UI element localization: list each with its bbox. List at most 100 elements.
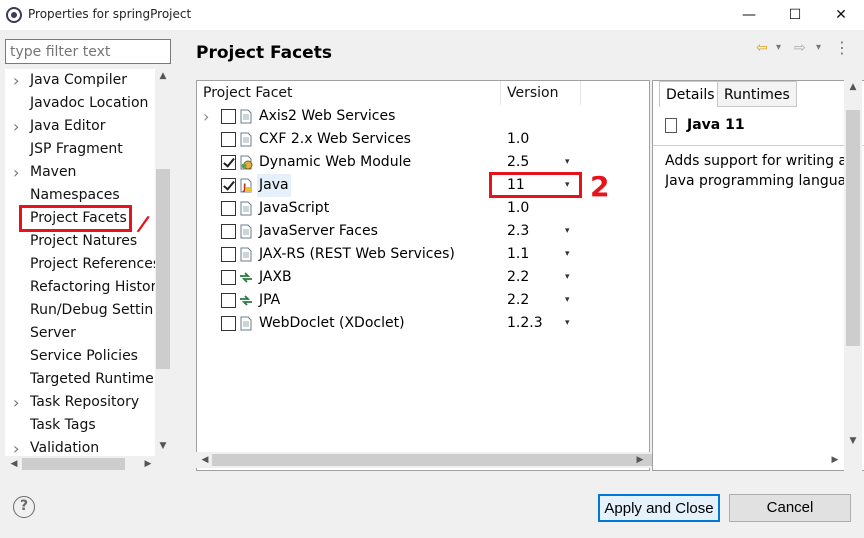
filter-input[interactable] — [5, 39, 171, 64]
tree-item-label: Targeted Runtime — [30, 371, 154, 387]
facet-row[interactable]: JavaServer Faces 2.3 ▾ — [197, 220, 649, 243]
chevron-down-icon[interactable]: ▾ — [565, 151, 570, 174]
column-header-facet[interactable]: Project Facet — [197, 81, 501, 105]
facet-version[interactable]: 1.1 — [507, 243, 529, 266]
divider — [653, 145, 864, 146]
chevron-right-icon[interactable]: › — [203, 105, 209, 128]
facet-row[interactable]: JAX-RS (REST Web Services) 1.1 ▾ — [197, 243, 649, 266]
back-arrow-icon[interactable]: ⇦ — [756, 40, 768, 56]
scroll-thumb[interactable] — [156, 169, 170, 369]
details-line-1: Adds support for writing a — [665, 153, 848, 169]
tree-item[interactable]: Namespaces — [5, 184, 155, 207]
tree-item[interactable]: › Task Repository — [5, 391, 155, 414]
scroll-right-icon[interactable]: ▶ — [828, 452, 842, 468]
apply-and-close-button[interactable]: Apply and Close — [598, 494, 720, 522]
tree-item[interactable]: Project References — [5, 253, 160, 276]
tree-item[interactable]: Targeted Runtime — [5, 368, 155, 391]
tree-item[interactable]: Javadoc Location — [5, 92, 155, 115]
facet-checkbox[interactable] — [221, 247, 236, 262]
facet-checkbox[interactable] — [221, 109, 236, 124]
tree-vertical-scrollbar[interactable]: ▲ ▼ — [155, 69, 171, 459]
details-line-2: Java programming langua — [665, 173, 847, 189]
details-vertical-scrollbar[interactable]: ▲ ▼ — [844, 80, 862, 471]
tree-item[interactable]: › Maven — [5, 161, 155, 184]
scroll-left-icon[interactable]: ◀ — [7, 456, 21, 472]
facet-checkbox[interactable] — [221, 293, 236, 308]
facet-version[interactable]: 2.3 — [507, 220, 529, 243]
scroll-thumb[interactable] — [846, 110, 860, 346]
facet-row[interactable]: › Axis2 Web Services — [197, 105, 649, 128]
tree-item[interactable]: Project Natures — [5, 230, 155, 253]
tree-item[interactable]: JSP Fragment — [5, 138, 155, 161]
chevron-down-icon[interactable]: ▾ — [565, 266, 570, 289]
tree-item[interactable]: Run/Debug Settin — [5, 299, 155, 322]
tree-item[interactable]: Refactoring Histor — [5, 276, 156, 299]
facet-checkbox[interactable] — [221, 132, 236, 147]
tree-item[interactable]: Task Tags — [5, 414, 155, 437]
scroll-down-icon[interactable]: ▼ — [844, 436, 862, 452]
facet-version[interactable]: 2.2 — [507, 266, 529, 289]
facet-name: JAX-RS (REST Web Services) — [259, 246, 455, 262]
chevron-down-icon[interactable]: ▾ — [776, 42, 781, 53]
scroll-left-icon[interactable]: ◀ — [198, 452, 212, 468]
tree-item[interactable]: › Java Compiler — [5, 69, 155, 92]
forward-arrow-icon[interactable]: ⇨ — [794, 40, 806, 56]
chevron-down-icon[interactable]: ▾ — [565, 220, 570, 243]
tree-item-label: Run/Debug Settin — [30, 302, 154, 318]
tree-item-label: Maven — [30, 164, 77, 180]
facets-horizontal-scrollbar[interactable]: ◀ ▶ — [196, 452, 714, 468]
tree-item[interactable]: Server — [5, 322, 155, 345]
annotation-mark-2: 2 — [590, 170, 610, 203]
details-description: Adds support for writing a Java programm… — [665, 151, 855, 191]
scroll-up-icon[interactable]: ▲ — [155, 71, 171, 87]
facet-checkbox[interactable] — [221, 270, 236, 285]
scroll-right-icon[interactable]: ▶ — [141, 456, 155, 472]
tree-item[interactable]: › Java Editor — [5, 115, 155, 138]
facet-row[interactable]: Dynamic Web Module 2.5 ▾ — [197, 151, 649, 174]
chevron-right-icon[interactable]: › — [13, 69, 25, 92]
facet-version: 1.0 — [507, 200, 530, 216]
facet-version[interactable]: 2.2 — [507, 289, 529, 312]
eclipse-icon — [6, 7, 22, 23]
chevron-right-icon[interactable]: › — [13, 161, 25, 184]
facet-row[interactable]: WebDoclet (XDoclet) 1.2.3 ▾ — [197, 312, 649, 335]
facet-checkbox[interactable] — [221, 316, 236, 331]
help-icon[interactable]: ? — [13, 496, 35, 518]
facet-checkbox[interactable] — [221, 201, 236, 216]
chevron-down-icon[interactable]: ▾ — [565, 289, 570, 312]
facet-row[interactable]: JavaScript 1.0 — [197, 197, 649, 220]
chevron-down-icon[interactable]: ▾ — [565, 243, 570, 266]
java-icon: J — [239, 178, 253, 193]
tree-item-label: Project References — [30, 256, 161, 272]
tab-runtimes[interactable]: Runtimes — [717, 81, 797, 107]
facet-version[interactable]: 2.5 — [507, 151, 529, 174]
chevron-down-icon[interactable]: ▾ — [565, 312, 570, 335]
chevron-right-icon[interactable]: › — [13, 115, 25, 138]
doc-icon — [239, 247, 253, 262]
scroll-down-icon[interactable]: ▼ — [155, 441, 171, 457]
tree-horizontal-scrollbar[interactable]: ◀ ▶ — [5, 456, 171, 472]
facet-checkbox[interactable] — [221, 178, 236, 193]
doc-icon — [239, 224, 253, 239]
cancel-button[interactable]: Cancel — [729, 494, 851, 522]
maximize-button[interactable]: ☐ — [772, 0, 818, 30]
menu-icon[interactable]: ⋮ — [834, 38, 850, 57]
facet-row[interactable]: CXF 2.x Web Services 1.0 — [197, 128, 649, 151]
minimize-button[interactable]: — — [726, 0, 772, 30]
chevron-right-icon[interactable]: › — [13, 391, 25, 414]
swap-icon — [239, 270, 253, 285]
facet-version[interactable]: 1.2.3 — [507, 312, 543, 335]
chevron-down-icon[interactable]: ▾ — [816, 42, 821, 53]
scroll-right-icon[interactable]: ▶ — [633, 452, 647, 468]
facet-row[interactable]: JAXB 2.2 ▾ — [197, 266, 649, 289]
close-button[interactable]: ✕ — [818, 0, 864, 30]
facet-version: 1.0 — [507, 131, 530, 147]
scroll-up-icon[interactable]: ▲ — [844, 82, 862, 98]
scroll-thumb[interactable] — [22, 458, 125, 470]
tab-details[interactable]: Details — [659, 81, 722, 107]
column-header-version[interactable]: Version — [501, 81, 581, 105]
facet-checkbox[interactable] — [221, 224, 236, 239]
facet-checkbox[interactable] — [221, 155, 236, 170]
facet-row[interactable]: JPA 2.2 ▾ — [197, 289, 649, 312]
tree-item[interactable]: Service Policies — [5, 345, 155, 368]
